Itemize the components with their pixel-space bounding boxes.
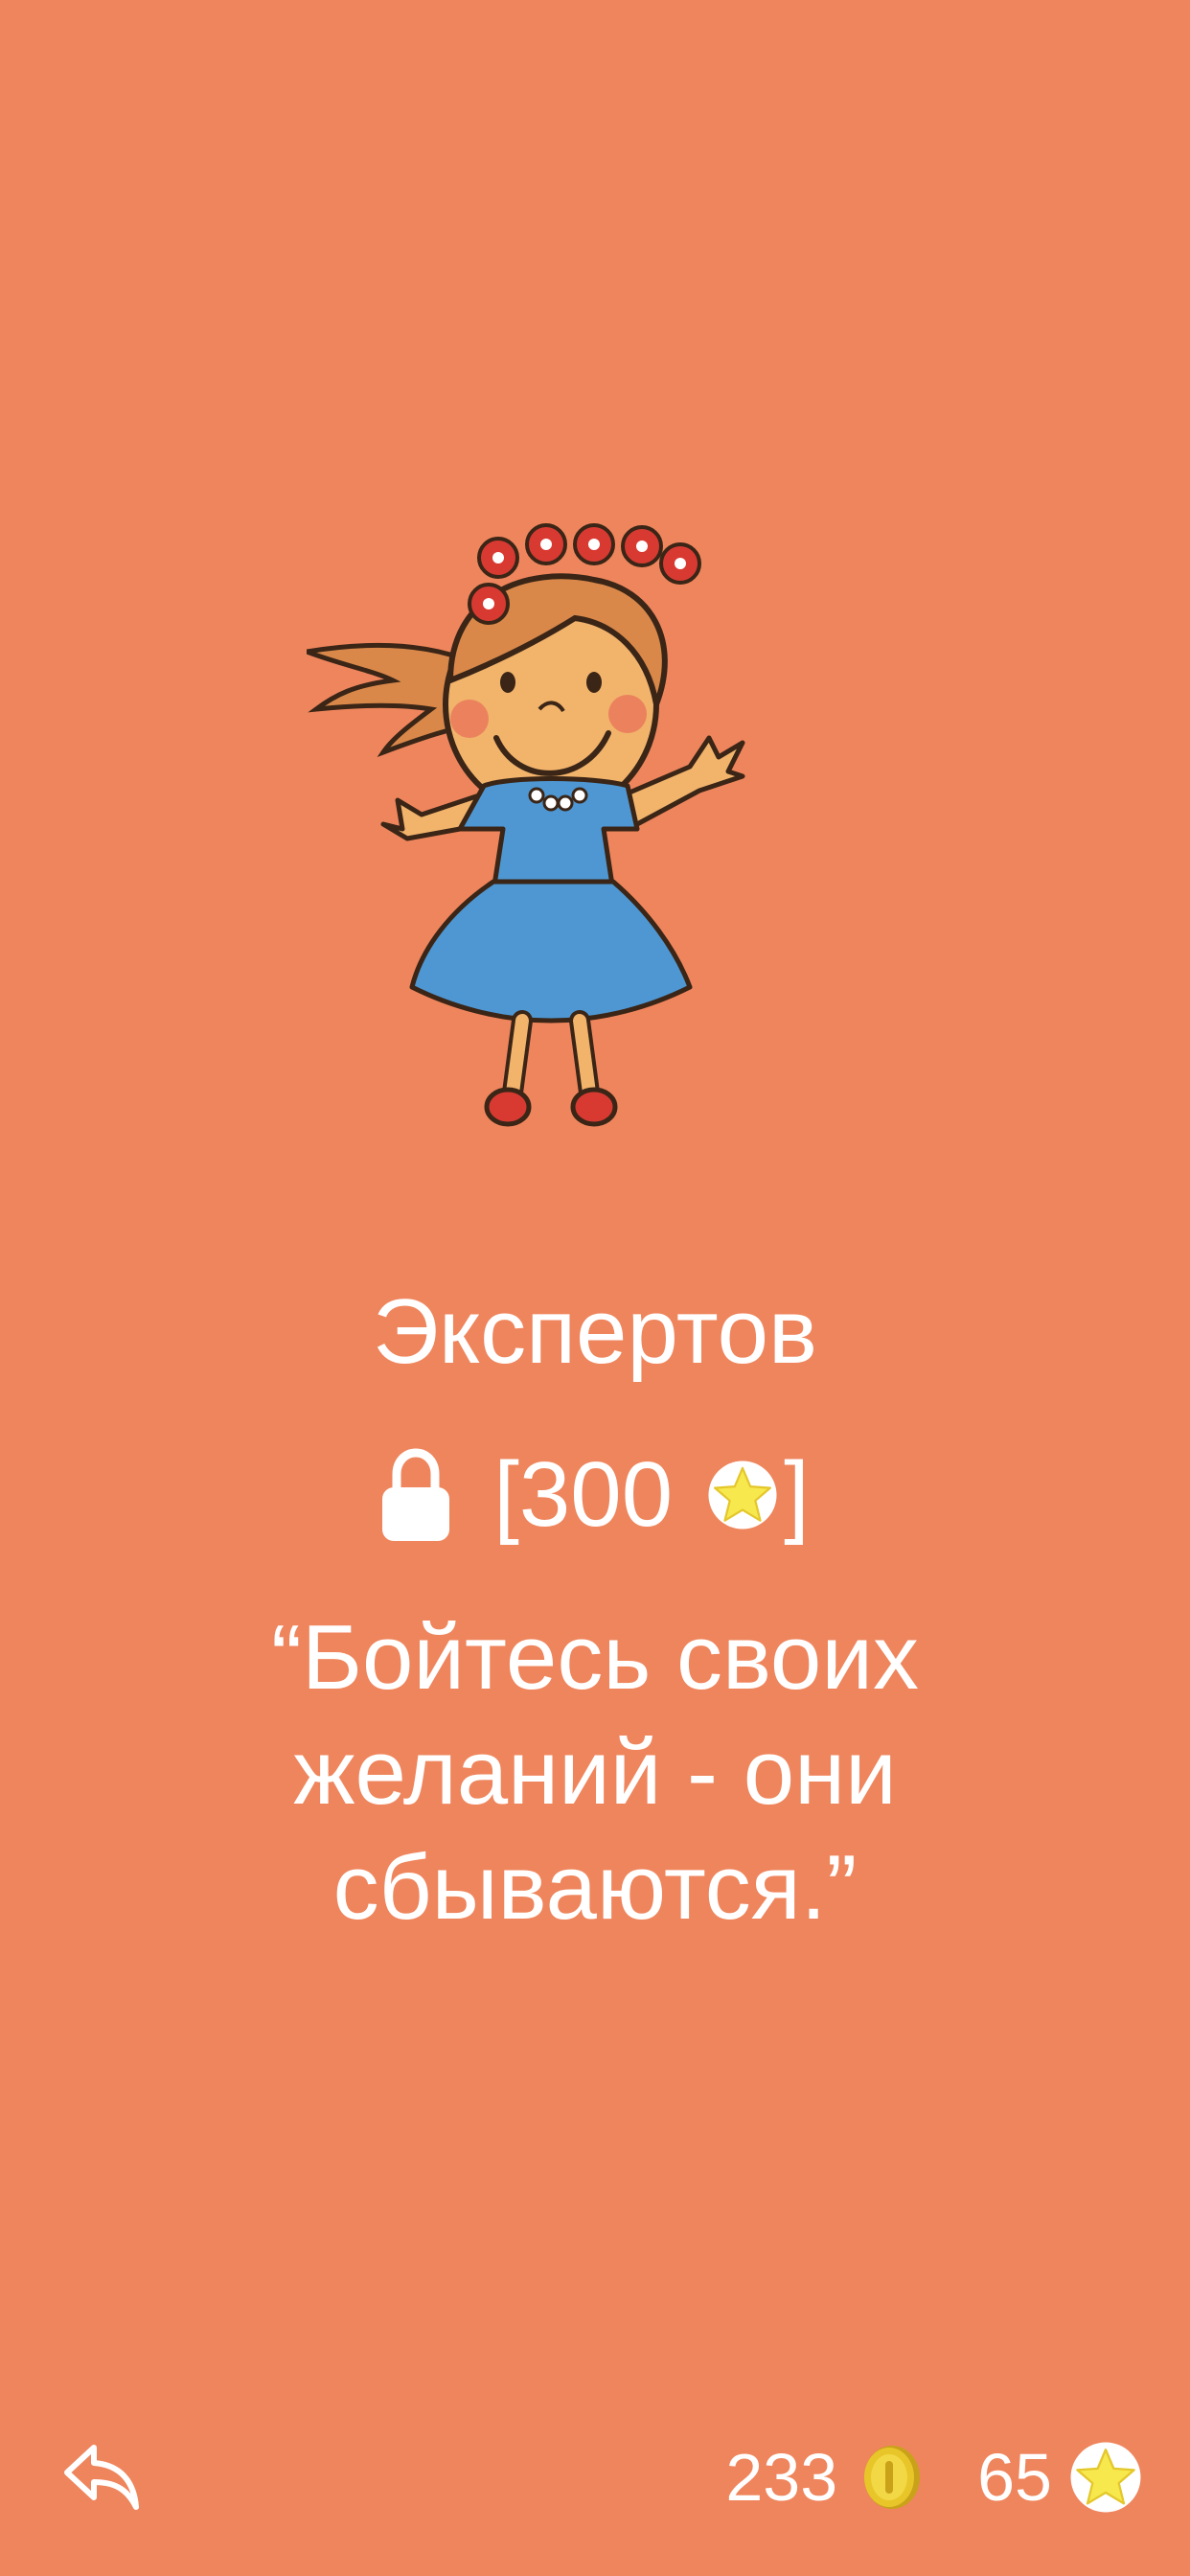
coin-icon xyxy=(864,2446,921,2509)
level-quote: “Бойтесь своих желаний - они сбываются.” xyxy=(96,1600,1094,1945)
unlock-cost-close-bracket: ] xyxy=(784,1443,810,1546)
quote-line-1: “Бойтесь своих xyxy=(271,1606,919,1709)
lock-icon xyxy=(382,1448,450,1541)
girl-character-illustration xyxy=(307,523,745,1127)
back-arrow-icon[interactable] xyxy=(57,2434,144,2520)
quote-line-3: сбываются.” xyxy=(332,1836,858,1939)
star-icon xyxy=(1070,2442,1141,2513)
unlock-cost-text: [300 xyxy=(493,1443,674,1546)
level-title: Экспертов xyxy=(372,1280,817,1383)
quote-line-2: желаний - они xyxy=(293,1721,897,1824)
currency-counters: 233 65 xyxy=(725,2425,1142,2530)
unlock-cost-row[interactable]: [300 ] xyxy=(0,1438,1190,1552)
coin-count: 233 xyxy=(725,2440,838,2515)
bottom-bar: 233 65 xyxy=(0,2425,1190,2530)
star-icon xyxy=(708,1460,777,1530)
star-count: 65 xyxy=(977,2440,1052,2515)
